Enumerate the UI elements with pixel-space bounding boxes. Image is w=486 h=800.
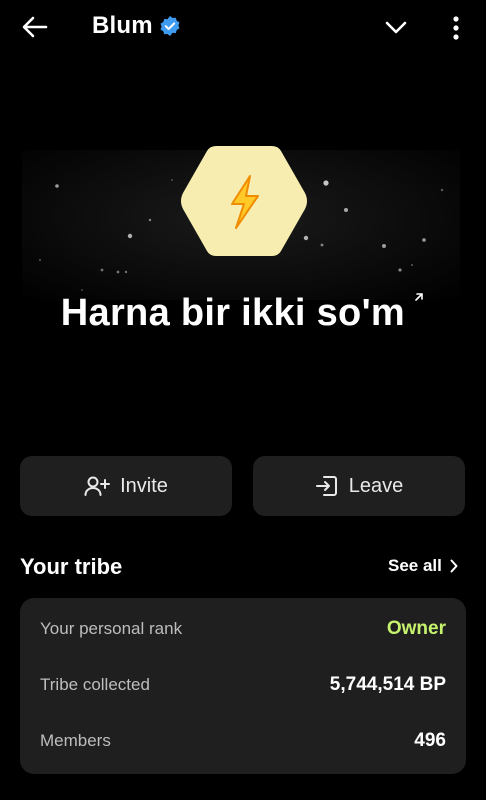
more-vertical-icon — [453, 16, 459, 40]
collected-value: 5,744,514 BP — [329, 674, 446, 695]
chevron-right-icon — [450, 559, 458, 573]
stat-label: Members — [40, 731, 111, 750]
invite-button[interactable]: Invite — [20, 456, 232, 516]
stat-row-collected: Tribe collected 5,744,514 BP — [40, 674, 446, 696]
your-tribe-heading: Your tribe — [20, 554, 123, 579]
members-value: 496 — [414, 730, 446, 751]
add-user-icon — [84, 476, 111, 496]
leave-label: Leave — [348, 474, 404, 497]
tribe-name: Harna bir ikki so'm — [60, 292, 405, 334]
more-options-button[interactable] — [440, 12, 472, 44]
page-title: Blum — [92, 12, 153, 39]
back-button[interactable] — [18, 10, 52, 44]
tribe-stats-card: Your personal rank Owner Tribe collected… — [20, 598, 466, 774]
see-all-link[interactable]: See all — [388, 556, 458, 576]
stat-label: Tribe collected — [40, 675, 150, 694]
arrow-left-icon — [22, 16, 48, 38]
tribe-name-link[interactable]: Harna bir ikki so'm — [0, 292, 486, 335]
lightning-hexagon-icon — [181, 146, 307, 256]
leave-button[interactable]: Leave — [253, 456, 465, 516]
arrow-up-right-icon — [409, 290, 425, 306]
stat-row-members: Members 496 — [40, 730, 446, 752]
verified-badge-icon — [160, 16, 180, 36]
exit-icon — [315, 476, 337, 496]
rank-value: Owner — [386, 618, 446, 639]
stat-row-rank: Your personal rank Owner — [40, 618, 446, 640]
chat-title[interactable]: Blum — [92, 12, 181, 40]
chevron-down-icon — [385, 21, 407, 34]
dropdown-button[interactable] — [380, 12, 412, 44]
invite-label: Invite — [120, 474, 168, 497]
top-bar: Blum — [0, 0, 486, 56]
stat-label: Your personal rank — [40, 619, 183, 638]
see-all-label: See all — [388, 556, 442, 575]
